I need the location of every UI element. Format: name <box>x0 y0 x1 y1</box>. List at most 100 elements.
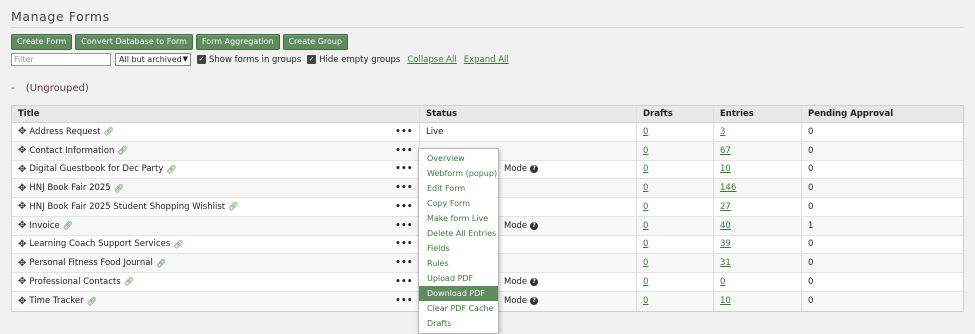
entries-link[interactable]: 146 <box>720 183 736 193</box>
drafts-link[interactable]: 0 <box>643 146 648 156</box>
move-icon[interactable]: ✥ <box>18 258 26 269</box>
drafts-link[interactable]: 0 <box>643 127 648 137</box>
show-in-groups-checkbox[interactable]: ✓ <box>197 55 206 64</box>
collapse-all-link[interactable]: Collapse All <box>407 55 456 65</box>
menu-item-rules[interactable]: Rules <box>419 256 498 271</box>
entries-link[interactable]: 27 <box>720 202 731 212</box>
menu-item-upload-pdf[interactable]: Upload PDF <box>419 271 498 286</box>
create-group-button[interactable]: Create Group <box>282 34 349 50</box>
form-title[interactable]: Contact Information <box>29 146 114 156</box>
hide-empty-groups-checkbox[interactable]: ✓ <box>307 55 317 64</box>
filter-input[interactable] <box>11 53 111 66</box>
more-icon[interactable]: ••• <box>395 239 413 249</box>
entries-link[interactable]: 0 <box>720 277 725 287</box>
drafts-link[interactable]: 0 <box>643 296 648 306</box>
menu-item-fields[interactable]: Fields <box>419 241 498 256</box>
form-title[interactable]: Personal Fitness Food Journal <box>29 258 152 268</box>
entries-link[interactable]: 39 <box>720 239 731 249</box>
drafts-link[interactable]: 0 <box>643 239 648 249</box>
hide-empty-groups-label: Hide empty groups <box>319 54 401 65</box>
header-title[interactable]: Title <box>12 106 420 122</box>
menu-item-webform-popup[interactable]: Webform (popup) <box>419 166 498 181</box>
link-icon[interactable]: 🔗︎ <box>117 146 127 155</box>
menu-item-download-pdf[interactable]: Download PDF <box>419 286 498 301</box>
entries-link[interactable]: 3 <box>720 127 725 137</box>
move-icon[interactable]: ✥ <box>18 276 26 287</box>
menu-item-copy-form[interactable]: Copy Form <box>419 196 498 211</box>
menu-item-clear-pdf-cache[interactable]: Clear PDF Cache <box>419 301 498 316</box>
help-icon[interactable]: ? <box>530 277 539 286</box>
move-icon[interactable]: ✥ <box>18 145 26 156</box>
more-icon[interactable]: ••• <box>395 146 413 156</box>
drafts-link[interactable]: 0 <box>643 164 648 174</box>
pending-count: 0 <box>808 276 814 287</box>
move-icon[interactable]: ✥ <box>18 296 26 307</box>
header-status[interactable]: Status <box>420 106 637 122</box>
link-icon[interactable]: 🔗︎ <box>173 240 183 249</box>
form-title[interactable]: Professional Contacts <box>29 277 120 287</box>
drafts-link[interactable]: 0 <box>643 183 648 193</box>
more-icon[interactable]: ••• <box>395 221 413 231</box>
entries-link[interactable]: 10 <box>720 164 731 174</box>
create-form-button[interactable]: Create Form <box>11 34 73 50</box>
more-icon[interactable]: ••• <box>395 296 413 306</box>
link-icon[interactable]: 🔗︎ <box>124 277 134 286</box>
move-icon[interactable]: ✥ <box>18 164 26 175</box>
form-title[interactable]: Learning Coach Support Services <box>29 239 170 249</box>
drafts-link[interactable]: 0 <box>643 221 648 231</box>
help-icon[interactable]: ? <box>530 165 539 174</box>
collapse-toggle[interactable]: - <box>11 83 15 94</box>
move-icon[interactable]: ✥ <box>18 239 26 250</box>
help-icon[interactable]: ? <box>530 297 539 306</box>
move-icon[interactable]: ✥ <box>18 126 26 137</box>
entries-link[interactable]: 31 <box>720 258 731 268</box>
form-title[interactable]: Time Tracker <box>29 296 83 306</box>
entries-link[interactable]: 40 <box>720 221 731 231</box>
drafts-link[interactable]: 0 <box>643 258 648 268</box>
help-icon[interactable]: ? <box>530 221 539 230</box>
header-entries[interactable]: Entries <box>714 106 802 122</box>
menu-item-drafts[interactable]: Drafts <box>419 316 498 331</box>
entries-link[interactable]: 67 <box>720 146 731 156</box>
table-row[interactable]: ✥ Address Request 🔗︎ ••• Live 0 3 0 <box>12 123 963 142</box>
pending-count: 0 <box>808 258 814 269</box>
more-icon[interactable]: ••• <box>395 127 413 137</box>
archive-select[interactable]: All but archived ▼ <box>115 53 191 66</box>
more-icon[interactable]: ••• <box>395 277 413 287</box>
menu-item-edit-form[interactable]: Edit Form <box>419 181 498 196</box>
convert-database-button[interactable]: Convert Database to Form <box>75 34 193 50</box>
more-icon[interactable]: ••• <box>395 183 413 193</box>
entries-link[interactable]: 10 <box>720 296 731 306</box>
link-icon[interactable]: 🔗︎ <box>103 127 113 136</box>
header-drafts[interactable]: Drafts <box>637 106 714 122</box>
status-cell: Live <box>420 123 637 141</box>
menu-item-overview[interactable]: Overview <box>419 151 498 166</box>
move-icon[interactable]: ✥ <box>18 220 26 231</box>
more-icon[interactable]: ••• <box>395 164 413 174</box>
pending-cell: 0 <box>802 142 963 160</box>
move-icon[interactable]: ✥ <box>18 201 26 212</box>
form-title[interactable]: HNJ Book Fair 2025 <box>29 183 110 193</box>
link-icon[interactable]: 🔗︎ <box>228 202 238 211</box>
more-icon[interactable]: ••• <box>395 258 413 268</box>
drafts-link[interactable]: 0 <box>643 202 648 212</box>
expand-all-link[interactable]: Expand All <box>464 55 509 65</box>
more-icon[interactable]: ••• <box>395 202 413 212</box>
form-aggregation-button[interactable]: Form Aggregation <box>195 34 280 50</box>
link-icon[interactable]: 🔗︎ <box>63 221 73 230</box>
link-icon[interactable]: 🔗︎ <box>166 165 176 174</box>
filter-bar: All but archived ▼ ✓ Show forms in group… <box>11 53 509 66</box>
form-title[interactable]: HNJ Book Fair 2025 Student Shopping Wish… <box>29 202 225 212</box>
move-icon[interactable]: ✥ <box>18 183 26 194</box>
form-title[interactable]: Digital Guestbook for Dec Party <box>29 164 163 174</box>
link-icon[interactable]: 🔗︎ <box>87 297 97 306</box>
drafts-link[interactable]: 0 <box>643 277 648 287</box>
group-header[interactable]: - (Ungrouped) <box>11 83 89 94</box>
menu-item-delete-all-entries[interactable]: Delete All Entries <box>419 226 498 241</box>
menu-item-make-form-live[interactable]: Make form Live <box>419 211 498 226</box>
form-title[interactable]: Address Request <box>29 127 100 137</box>
form-title[interactable]: Invoice <box>29 221 59 231</box>
link-icon[interactable]: 🔗︎ <box>156 259 166 268</box>
link-icon[interactable]: 🔗︎ <box>114 184 124 193</box>
header-pending[interactable]: Pending Approval <box>802 106 963 122</box>
